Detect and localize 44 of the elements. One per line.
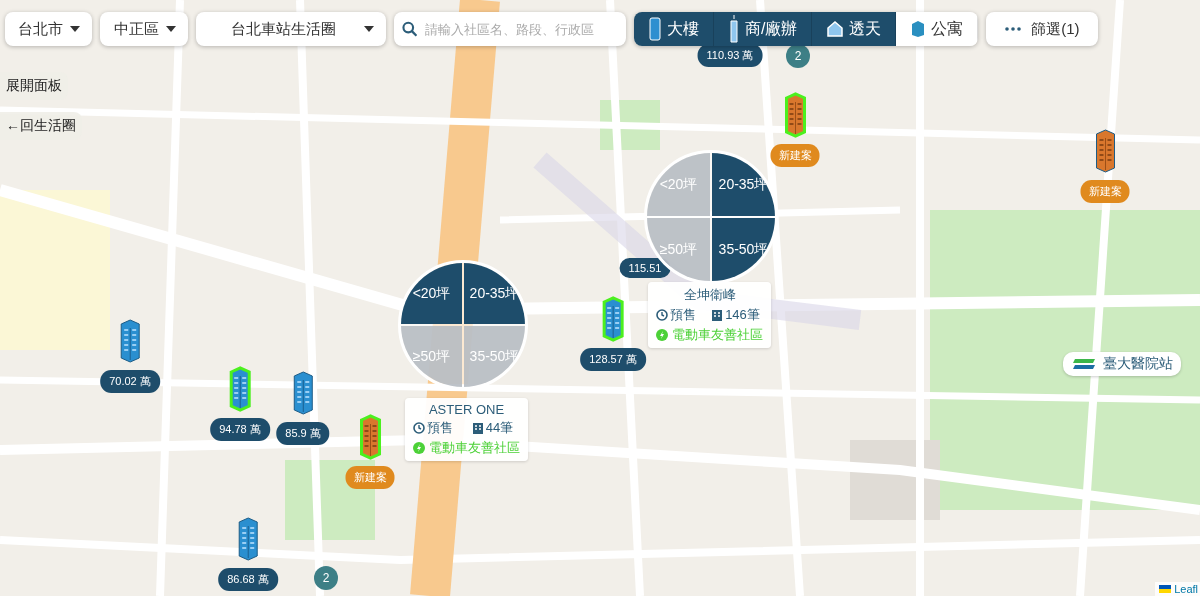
listing-count: 146筆 — [725, 306, 760, 324]
price-label[interactable]: 70.02 萬 — [100, 370, 160, 393]
project-card[interactable]: 全坤衛峰 預售 146筆 電動車友善社區 — [648, 282, 771, 348]
caret-icon — [364, 26, 374, 32]
dropdown[interactable]: 台北車站生活圈 — [196, 12, 386, 46]
caret-icon — [166, 26, 176, 32]
clock-icon — [656, 309, 668, 321]
project-card[interactable]: ASTER ONE 預售 44筆 電動車友善社區 — [405, 398, 528, 461]
house-icon — [826, 20, 845, 38]
dropdown[interactable]: 台北市 — [5, 12, 92, 46]
price-label[interactable]: 86.68 萬 — [218, 568, 278, 591]
metro-logo-icon — [1071, 358, 1097, 370]
ev-friendly-tag: 電動車友善社區 — [429, 439, 520, 457]
property-type-tab[interactable]: 透天 — [812, 12, 897, 46]
price-label[interactable]: 115.51 — [619, 258, 671, 278]
lightning-icon — [413, 442, 425, 454]
building-grid-icon — [711, 309, 724, 321]
property-type-tab[interactable]: 商/廠辦 — [714, 12, 813, 46]
project-title: 全坤衛峰 — [682, 286, 737, 304]
station-label[interactable]: 臺大醫院站 — [1063, 352, 1181, 376]
price-label[interactable]: 94.78 萬 — [210, 418, 270, 441]
skyscraper-icon — [728, 15, 740, 43]
listing-count: 44筆 — [485, 419, 514, 437]
flag-icon — [1159, 585, 1172, 593]
sale-status: 預售 — [670, 306, 696, 324]
caret-icon — [70, 26, 80, 32]
lightning-icon — [656, 329, 668, 341]
project-title: ASTER ONE — [427, 402, 506, 417]
sale-status: 預售 — [427, 419, 453, 437]
tower-icon — [648, 17, 662, 41]
clock-icon — [413, 422, 425, 434]
search-icon — [402, 21, 418, 37]
property-type-tab[interactable]: 公寓 — [896, 12, 979, 46]
price-label[interactable]: 85.9 萬 — [276, 422, 330, 445]
stacked-building-icon — [910, 20, 927, 38]
search-bar[interactable]: 請輸入社區名、路段、行政區 — [394, 12, 626, 46]
attribution[interactable]: Leafl — [1155, 582, 1200, 596]
ev-friendly-tag: 電動車友善社區 — [672, 326, 763, 344]
filter-button[interactable]: 篩選(1) — [986, 12, 1099, 46]
building-grid-icon — [471, 422, 484, 434]
price-label[interactable]: 128.57 萬 — [580, 348, 646, 371]
dropdown[interactable]: 中正區 — [100, 12, 188, 46]
property-type-tab[interactable]: 大樓 — [634, 12, 714, 46]
more-icon — [1005, 27, 1022, 31]
